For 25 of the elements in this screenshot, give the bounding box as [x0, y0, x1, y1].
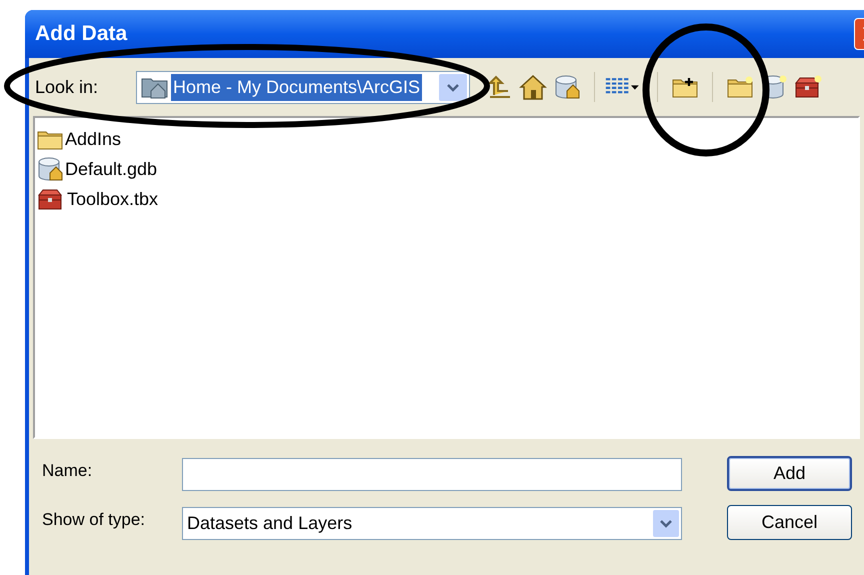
- toolbox-icon: [37, 187, 65, 211]
- dialog-button[interactable]: Cancel: [727, 505, 852, 540]
- dropdown-arrow-button[interactable]: [653, 510, 679, 537]
- folder-plus-icon: [672, 76, 698, 98]
- look-in-label: Look in:: [35, 76, 100, 98]
- dialog-button[interactable]: Add: [727, 456, 852, 491]
- database-icon: [37, 157, 63, 181]
- name-field[interactable]: [182, 458, 682, 491]
- name-label: Name:: [42, 460, 94, 482]
- new-folder-icon: [727, 76, 753, 98]
- type-dropdown[interactable]: Datasets and Layers: [182, 507, 682, 540]
- window-title: Add Data: [35, 21, 128, 48]
- dropdown-arrow-button[interactable]: [439, 74, 467, 100]
- database-icon: [554, 75, 580, 99]
- chevron-down-icon: [659, 519, 673, 528]
- look-in-value: Home - My Documents\ArcGIS: [171, 74, 422, 100]
- file-list-item[interactable]: AddIns: [35, 124, 858, 154]
- caret-icon: [631, 84, 639, 90]
- house-icon: [519, 74, 547, 100]
- look-in-dropdown[interactable]: Home - My Documents\ArcGIS: [136, 70, 470, 104]
- new-toolbox-icon: [794, 75, 822, 99]
- file-list-item[interactable]: Toolbox.tbx: [35, 184, 858, 214]
- file-list-item[interactable]: Default.gdb: [35, 154, 858, 184]
- chevron-down-icon: [446, 82, 460, 92]
- type-label: Show of type:: [42, 509, 146, 531]
